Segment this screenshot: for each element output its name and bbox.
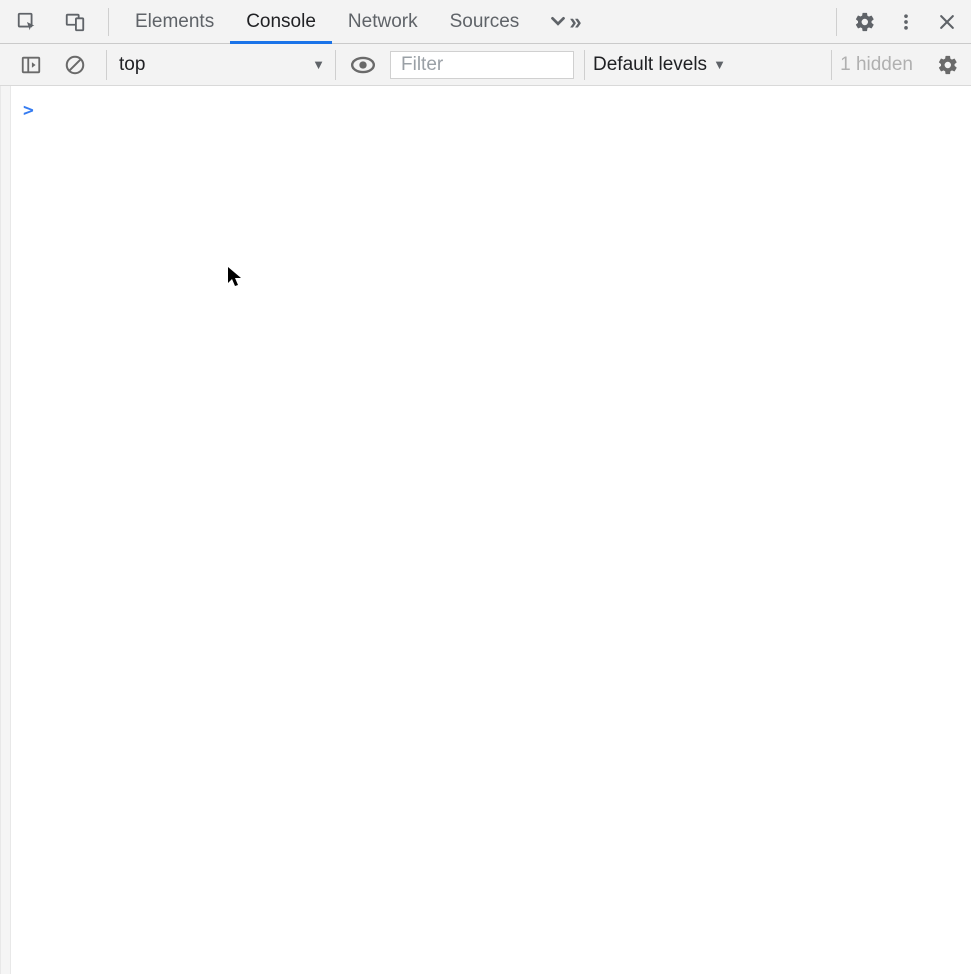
execution-context-selector[interactable]: top ▼ (106, 50, 336, 80)
close-icon[interactable] (929, 5, 965, 39)
filter-input[interactable] (390, 51, 574, 79)
settings-icon[interactable] (847, 5, 883, 39)
divider (108, 8, 109, 36)
clear-console-icon[interactable] (58, 48, 92, 82)
tabbar-right-tools (847, 0, 965, 43)
kebab-menu-icon[interactable] (889, 5, 923, 39)
console-prompt-icon: > (23, 100, 34, 121)
log-levels-selector[interactable]: Default levels ▼ (584, 50, 734, 80)
tab-elements[interactable]: Elements (119, 0, 230, 43)
divider (836, 8, 837, 36)
tab-network[interactable]: Network (332, 0, 434, 43)
inspect-element-icon[interactable] (10, 5, 44, 39)
tab-sources[interactable]: Sources (434, 0, 536, 43)
dropdown-triangle-icon: ▼ (713, 57, 726, 72)
dropdown-triangle-icon: ▼ (312, 57, 325, 72)
tab-console[interactable]: Console (230, 0, 332, 43)
device-toggle-icon[interactable] (58, 5, 92, 39)
devtools-tabbar: Elements Console Network Sources » (0, 0, 971, 44)
hidden-messages-count[interactable]: 1 hidden (831, 50, 921, 80)
console-sidebar-toggle-icon[interactable] (14, 48, 48, 82)
console-toolbar: top ▼ Default levels ▼ 1 hidden (0, 44, 971, 86)
levels-label: Default levels (593, 54, 707, 76)
tab-list: Elements Console Network Sources » (119, 0, 594, 43)
more-tabs-button[interactable]: » (535, 0, 593, 43)
mouse-cursor-icon (227, 266, 243, 288)
console-output-area[interactable]: > (0, 86, 971, 974)
tabbar-left-tools (10, 0, 98, 43)
live-expression-icon[interactable] (346, 48, 380, 82)
context-label: top (119, 54, 145, 76)
chevrons-right-icon: » (569, 9, 581, 35)
console-gutter (1, 86, 11, 974)
console-settings-icon[interactable] (931, 48, 965, 82)
